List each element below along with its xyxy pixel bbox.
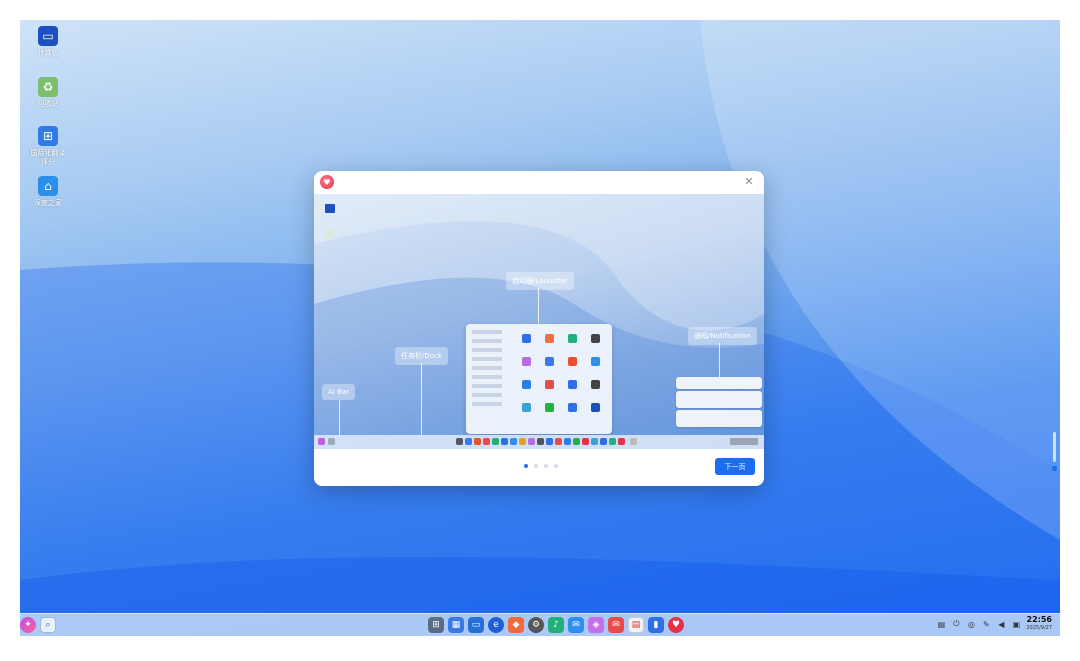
app-logo-icon: ♥ — [320, 175, 334, 189]
clock-settings-icon[interactable]: ◎ — [966, 619, 976, 629]
welcome-dialog: ♥ ✕ 启动器/Launcher 通知/Notification 任务栏/Doc… — [314, 171, 764, 486]
close-icon: ✕ — [744, 175, 754, 188]
desktop-preview: 启动器/Launcher 通知/Notification 任务栏/Dock AI… — [314, 194, 764, 449]
app-store-icon[interactable]: ◆ — [508, 617, 524, 633]
desktop-icon-deepin-home[interactable]: ⌂ 深度之家 — [26, 176, 70, 208]
desktop-icon-computer[interactable]: ▭ 计算机 — [26, 26, 70, 58]
dialog-footer: 下一页 — [314, 449, 764, 486]
viewer-icon[interactable]: ◈ — [588, 617, 604, 633]
callout-line — [421, 363, 422, 435]
desktop-icon-translate[interactable]: ⊞ 国际化翻译 评分 — [26, 126, 70, 167]
page-indicator — [524, 464, 558, 468]
callout-aibar: AI Bar — [322, 384, 356, 400]
settings-icon[interactable]: ⚙ — [528, 617, 544, 633]
chat-icon[interactable]: ✉ — [568, 617, 584, 633]
computer-icon: ▭ — [38, 26, 58, 46]
terminal-icon[interactable]: ▮ — [648, 617, 664, 633]
power-icon[interactable]: ⏻ — [951, 619, 961, 629]
taskbar-left: ✦ ⌕ — [20, 617, 56, 633]
preview-launcher — [466, 324, 612, 434]
callout-notification: 通知/Notification — [688, 327, 757, 345]
ai-bar-icon[interactable]: ✦ — [20, 617, 36, 633]
desktop-icon-trash[interactable]: ♻ 回收站 — [26, 77, 70, 109]
clock[interactable]: 22:56 2025/9/27 — [1026, 616, 1052, 632]
page-dot[interactable] — [554, 464, 558, 468]
notification-icon[interactable]: ▤ — [936, 619, 946, 629]
browser-icon[interactable]: e — [488, 617, 504, 633]
music-icon[interactable]: ♪ — [548, 617, 564, 633]
preview-computer-icon — [325, 204, 335, 213]
calendar-icon[interactable]: ▤ — [628, 617, 644, 633]
next-page-button[interactable]: 下一页 — [715, 458, 755, 475]
callout-line — [339, 400, 340, 435]
mail-icon[interactable]: ✉ — [608, 617, 624, 633]
desktop: ▭ 计算机 ♻ 回收站 ⊞ 国际化翻译 评分 ⌂ 深度之家 ♥ ✕ 启动器/La… — [20, 20, 1060, 636]
volume-icon[interactable]: ◀ — [996, 619, 1006, 629]
pen-icon[interactable]: ✎ — [981, 619, 991, 629]
dock-apps: ⊞ ▦ ▭ e ◆ ⚙ ♪ ✉ ◈ ✉ ▤ ▮ ♥ — [428, 617, 684, 633]
trash-icon: ♻ — [38, 77, 58, 97]
file-manager-icon[interactable]: ▭ — [468, 617, 484, 633]
preview-trash-icon — [326, 229, 334, 238]
page-dot[interactable] — [534, 464, 538, 468]
launcher-grid — [522, 334, 600, 412]
callout-launcher: 启动器/Launcher — [506, 272, 574, 290]
close-button[interactable]: ✕ — [742, 175, 756, 189]
taskbar: ✦ ⌕ ⊞ ▦ ▭ e ◆ ⚙ ♪ ✉ ◈ ✉ ▤ ▮ ♥ ▤ ⏻ ◎ ✎ ◀ … — [20, 613, 1060, 636]
outside-area — [20, 636, 1060, 661]
callout-line — [719, 343, 720, 377]
search-icon[interactable]: ⌕ — [40, 617, 56, 633]
launcher-list — [472, 330, 512, 426]
preview-notifications — [676, 377, 762, 433]
edge-handle[interactable] — [1053, 432, 1056, 462]
launcher-icon[interactable]: ⊞ — [428, 617, 444, 633]
callout-line — [538, 288, 539, 324]
preview-dock — [314, 435, 764, 449]
translate-icon: ⊞ — [38, 126, 58, 146]
deepin-home-icon: ⌂ — [38, 176, 58, 196]
edge-handle-dot — [1052, 466, 1057, 471]
page-dot[interactable] — [524, 464, 528, 468]
network-icon[interactable]: ▣ — [1011, 619, 1021, 629]
multitask-icon[interactable]: ▦ — [448, 617, 464, 633]
welcome-app-icon[interactable]: ♥ — [668, 617, 684, 633]
system-tray: ▤ ⏻ ◎ ✎ ◀ ▣ 22:56 2025/9/27 — [936, 616, 1052, 632]
page-dot[interactable] — [544, 464, 548, 468]
